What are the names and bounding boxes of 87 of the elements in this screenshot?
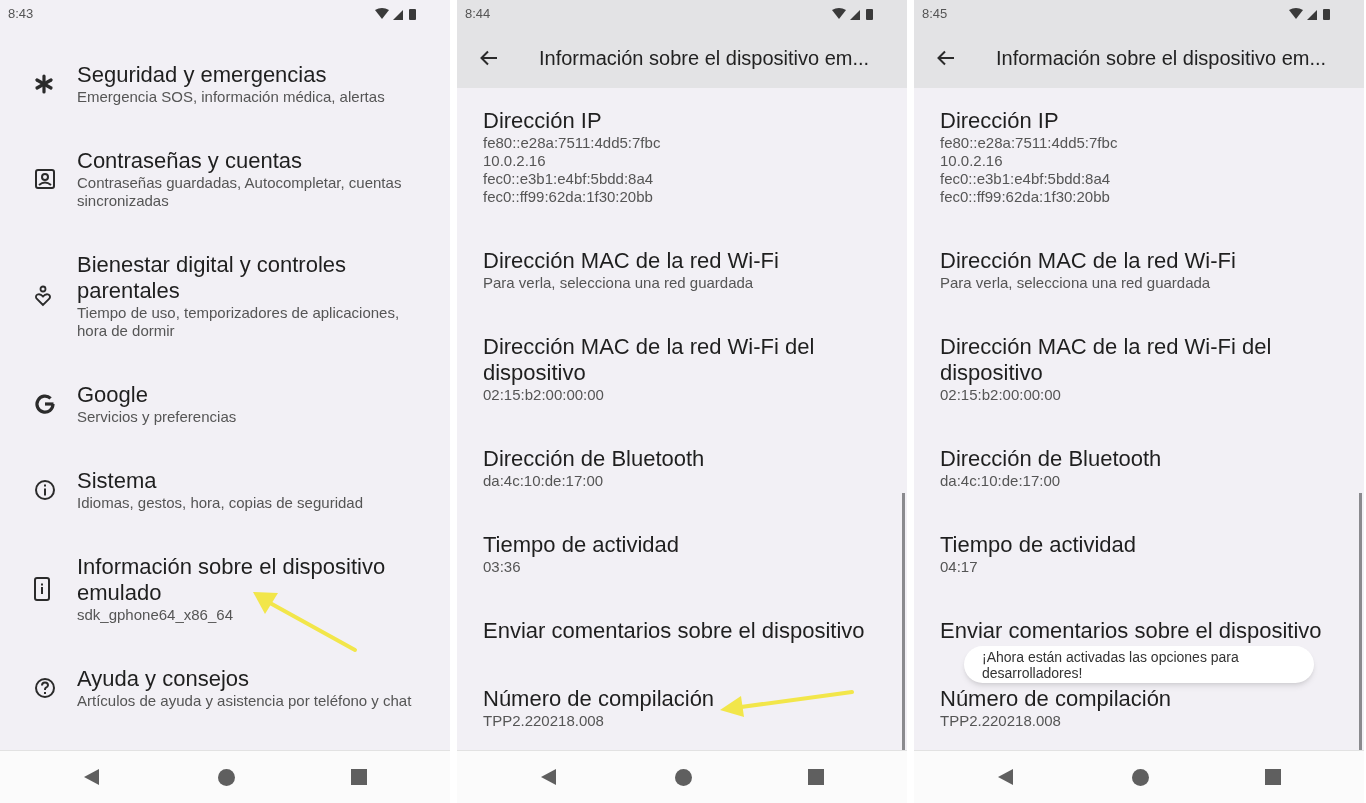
- item-subtitle: 10.0.2.16: [940, 152, 1004, 170]
- item-subtitle: TPP2.220218.008: [483, 712, 605, 730]
- settings-item[interactable]: Dirección IP fe80::e28a:7511:4dd5:7fbc 10.0.2.16 fec0::e3b1:e4bf:5bdd:8a4 fec0::ff99:62da:1f30:20bb: [940, 108, 1336, 206]
- settings-item[interactable]: Tiempo de actividad 03:36: [483, 532, 879, 576]
- item-subtitle: fe80::e28a:7511:4dd5:7fbc: [940, 134, 1118, 152]
- status-icons: [374, 7, 418, 21]
- item-title: Información sobre el dispositivo emulado: [77, 554, 387, 606]
- help-icon: [34, 677, 56, 699]
- settings-item[interactable]: Bienestar digital y controles parentales Tiempo de uso, temporizadores de aplicaciones, hora de dormir: [26, 252, 420, 340]
- settings-item[interactable]: Información sobre el dispositivo emulado sdk_gphone64_x86_64: [26, 554, 420, 624]
- item-title: Dirección MAC de la red Wi-Fi: [483, 248, 779, 274]
- item-subtitle: Contraseñas guardadas, Autocompletar, cuentas sincronizadas: [77, 174, 403, 210]
- settings-item[interactable]: Tiempo de actividad 04:17: [940, 532, 1336, 576]
- account-box-icon: [34, 168, 56, 190]
- developer-options-toast: ¡Ahora están activadas las opciones para desarrolladores!: [964, 646, 1314, 683]
- back-nav-button[interactable]: [997, 768, 1015, 786]
- home-nav-button[interactable]: [674, 768, 692, 786]
- asterisk-icon: [34, 74, 54, 94]
- screen-title: Información sobre el dispositivo em...: [996, 46, 1327, 71]
- settings-item[interactable]: Dirección MAC de la red Wi-Fi Para verla, selecciona una red guardada: [940, 248, 1336, 292]
- status-icons: [1288, 7, 1332, 21]
- settings-item[interactable]: Número de compilación TPP2.220218.008: [483, 686, 879, 730]
- settings-item[interactable]: Seguridad y emergencias Emergencia SOS, información médica, alertas: [26, 62, 420, 106]
- settings-item[interactable]: Sistema Idiomas, gestos, hora, copias de seguridad: [26, 468, 420, 512]
- item-title: Dirección de Bluetooth: [940, 446, 1162, 472]
- item-subtitle: Para verla, selecciona una red guardada: [940, 274, 1212, 292]
- google-g-icon: [34, 393, 56, 415]
- item-subtitle: fe80::e28a:7511:4dd5:7fbc: [483, 134, 661, 152]
- item-subtitle: 03:36: [483, 558, 522, 576]
- settings-item[interactable]: Número de compilación TPP2.220218.008: [940, 686, 1336, 730]
- item-title: Número de compilación: [940, 686, 1172, 712]
- item-subtitle: Artículos de ayuda y asistencia por teléfono y chat: [77, 692, 412, 710]
- back-arrow-icon: [480, 50, 498, 66]
- settings-item[interactable]: Dirección de Bluetooth da:4c:10:de:17:00: [940, 446, 1336, 490]
- item-title: Seguridad y emergencias: [77, 62, 328, 88]
- settings-item[interactable]: Dirección de Bluetooth da:4c:10:de:17:00: [483, 446, 879, 490]
- info-icon: [34, 479, 56, 501]
- settings-item[interactable]: Ayuda y consejos Artículos de ayuda y asistencia por teléfono y chat: [26, 666, 420, 710]
- item-subtitle: Emergencia SOS, información médica, alertas: [77, 88, 385, 106]
- back-nav-button[interactable]: [540, 768, 558, 786]
- item-subtitle: da:4c:10:de:17:00: [940, 472, 1062, 490]
- item-subtitle: fec0::ff99:62da:1f30:20bb: [483, 188, 654, 206]
- status-time: 8:43: [8, 5, 34, 24]
- item-title: Número de compilación: [483, 686, 715, 712]
- item-subtitle: 10.0.2.16: [483, 152, 547, 170]
- settings-item[interactable]: Google Servicios y preferencias: [26, 382, 420, 426]
- settings-item[interactable]: Dirección MAC de la red Wi-Fi del dispositivo 02:15:b2:00:00:00: [483, 334, 879, 404]
- item-title: Sistema: [77, 468, 158, 494]
- back-arrow-icon: [937, 50, 955, 66]
- item-title: Dirección MAC de la red Wi-Fi del dispositivo: [940, 334, 1273, 386]
- item-title: Dirección MAC de la red Wi-Fi del dispositivo: [483, 334, 816, 386]
- item-title: Dirección IP: [483, 108, 603, 134]
- item-title: Contraseñas y cuentas: [77, 148, 304, 174]
- item-title: Dirección de Bluetooth: [483, 446, 705, 472]
- item-title: Google: [77, 382, 149, 408]
- home-nav-button[interactable]: [1131, 768, 1149, 786]
- item-subtitle: TPP2.220218.008: [940, 712, 1062, 730]
- item-subtitle: Idiomas, gestos, hora, copias de seguridad: [77, 494, 363, 512]
- item-subtitle: Servicios y preferencias: [77, 408, 237, 426]
- item-subtitle: Para verla, selecciona una red guardada: [483, 274, 755, 292]
- home-nav-button[interactable]: [217, 768, 235, 786]
- status-icons: [831, 7, 875, 21]
- heart-person-icon: [34, 285, 52, 307]
- item-title: Tiempo de actividad: [940, 532, 1137, 558]
- item-subtitle: fec0::ff99:62da:1f30:20bb: [940, 188, 1111, 206]
- settings-item[interactable]: Dirección IP fe80::e28a:7511:4dd5:7fbc 10.0.2.16 fec0::e3b1:e4bf:5bdd:8a4 fec0::ff99:62da:1f30:20bb: [483, 108, 879, 206]
- settings-item[interactable]: Contraseñas y cuentas Contraseñas guardadas, Autocompletar, cuentas sincronizadas: [26, 148, 420, 210]
- phone-info-icon: [34, 577, 50, 601]
- screen-title: Información sobre el dispositivo em...: [539, 46, 870, 71]
- settings-item[interactable]: Dirección MAC de la red Wi-Fi del dispositivo 02:15:b2:00:00:00: [940, 334, 1336, 404]
- item-subtitle: 02:15:b2:00:00:00: [940, 386, 1062, 404]
- item-subtitle: 02:15:b2:00:00:00: [483, 386, 605, 404]
- item-subtitle: fec0::e3b1:e4bf:5bdd:8a4: [940, 170, 1112, 188]
- item-title: Dirección MAC de la red Wi-Fi: [940, 248, 1236, 274]
- item-subtitle: Tiempo de uso, temporizadores de aplicaciones, hora de dormir: [77, 304, 401, 340]
- item-subtitle: sdk_gphone64_x86_64: [77, 606, 234, 624]
- item-subtitle: 04:17: [940, 558, 979, 576]
- item-title: Ayuda y consejos: [77, 666, 251, 692]
- back-nav-button[interactable]: [83, 768, 101, 786]
- item-subtitle: da:4c:10:de:17:00: [483, 472, 605, 490]
- status-time: 8:44: [465, 5, 491, 24]
- status-time: 8:45: [922, 5, 948, 24]
- item-title: Dirección IP: [940, 108, 1060, 134]
- item-subtitle: fec0::e3b1:e4bf:5bdd:8a4: [483, 170, 655, 188]
- item-title: Bienestar digital y controles parentales: [77, 252, 348, 304]
- item-title: Tiempo de actividad: [483, 532, 680, 558]
- settings-item[interactable]: Dirección MAC de la red Wi-Fi Para verla, selecciona una red guardada: [483, 248, 879, 292]
